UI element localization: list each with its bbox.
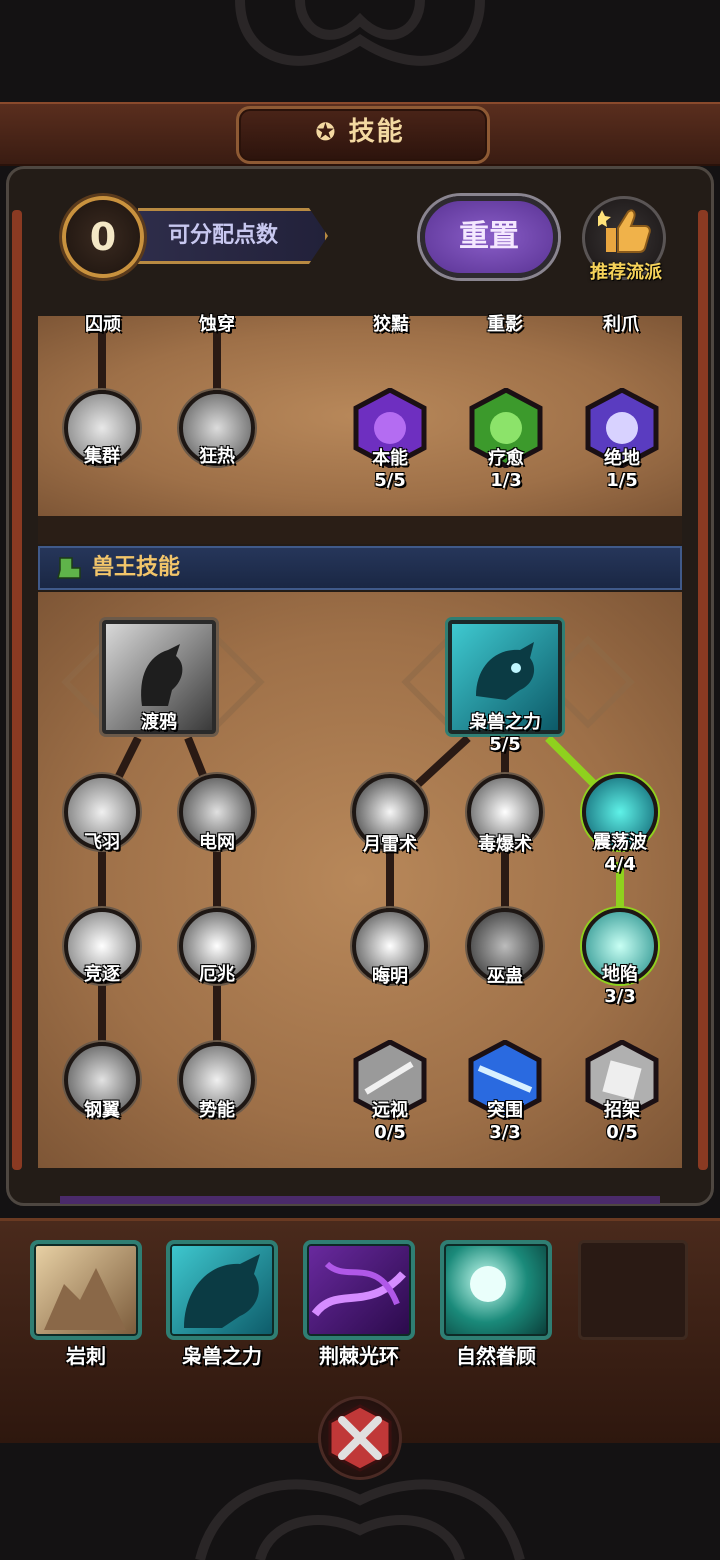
natures-grace-icon (470, 1266, 506, 1302)
dock-slot-natures-grace[interactable] (440, 1240, 552, 1340)
dock-slot-rock-spike[interactable] (30, 1240, 142, 1340)
recommend-label: 推荐流派 (590, 262, 662, 283)
dock-label: 荆棘光环 (319, 1344, 399, 1368)
partial-label: 狡黠 (373, 314, 409, 335)
dock-slot-empty[interactable] (578, 1240, 688, 1340)
frame-rail-right (698, 210, 708, 1170)
reset-button[interactable]: 重置 (420, 196, 558, 278)
skill-label: 钢翼 (84, 1100, 120, 1121)
skill-label: 疗愈 (488, 448, 524, 469)
skill-label: 招架 (604, 1100, 640, 1121)
skill-label: 震荡波 (593, 832, 647, 853)
frame-rail-left (12, 210, 22, 1170)
raven-icon (141, 644, 183, 706)
skill-label: 渡鸦 (141, 712, 177, 733)
partial-label: 利爪 (603, 314, 639, 335)
skill-label: 巫蛊 (487, 966, 523, 987)
skill-label: 电网 (199, 832, 235, 853)
dock-label: 岩刺 (66, 1344, 106, 1368)
skill-count: 1/3 (490, 470, 522, 491)
skill-count: 3/3 (489, 1122, 521, 1143)
dock-slot-owl-beast-power[interactable] (166, 1240, 278, 1340)
partial-label: 囚顽 (85, 314, 121, 335)
skill-label: 竞逐 (84, 964, 120, 985)
points-label: 可分配点数 (168, 223, 279, 248)
owl-beast-icon (476, 642, 535, 700)
skill-label: 地陷 (602, 964, 638, 985)
skill-label: 势能 (199, 1100, 235, 1121)
skill-label: 绝地 (604, 448, 640, 469)
skill-label: 枭兽之力 (469, 712, 541, 733)
dock-slot-thorn-aura[interactable] (303, 1240, 415, 1340)
skill-count: 3/3 (604, 986, 636, 1007)
points-value: 0 (89, 215, 117, 259)
skill-label: 突围 (487, 1100, 523, 1121)
page-title: ✪ 技能 (315, 117, 405, 147)
close-icon (328, 1404, 392, 1472)
section-title: 兽王技能 (92, 555, 181, 580)
dock-label: 自然眷顾 (456, 1344, 536, 1368)
skill-label: 飞羽 (84, 832, 120, 853)
skill-count: 1/5 (606, 470, 638, 491)
skill-label: 远视 (372, 1100, 408, 1121)
partial-label: 蚀穿 (199, 314, 235, 335)
skill-count: 0/5 (374, 1122, 406, 1143)
skill-label: 晦明 (372, 966, 408, 987)
rock-spike-icon (44, 1268, 126, 1330)
skill-count: 5/5 (374, 470, 406, 491)
skill-label: 毒爆术 (478, 834, 532, 855)
thorn-aura-icon (311, 1261, 406, 1317)
skill-label: 本能 (372, 448, 408, 469)
skill-count: 0/5 (606, 1122, 638, 1143)
skill-count: 5/5 (489, 734, 521, 755)
skill-label: 厄兆 (199, 964, 235, 985)
partial-label: 重影 (487, 314, 523, 335)
skill-count: 4/4 (604, 854, 636, 875)
boot-icon (57, 557, 81, 579)
dock-label: 枭兽之力 (182, 1344, 262, 1368)
panel-divider (38, 516, 682, 544)
skill-label: 狂热 (199, 446, 235, 467)
skill-label: 月雷术 (363, 834, 417, 855)
thumbs-up-icon (598, 209, 651, 253)
skill-label: 集群 (84, 446, 120, 467)
owl-beast-icon (184, 1254, 260, 1328)
skill-emblem-icon: ✪ (315, 118, 338, 146)
panel-bottom-strip (60, 1196, 660, 1204)
